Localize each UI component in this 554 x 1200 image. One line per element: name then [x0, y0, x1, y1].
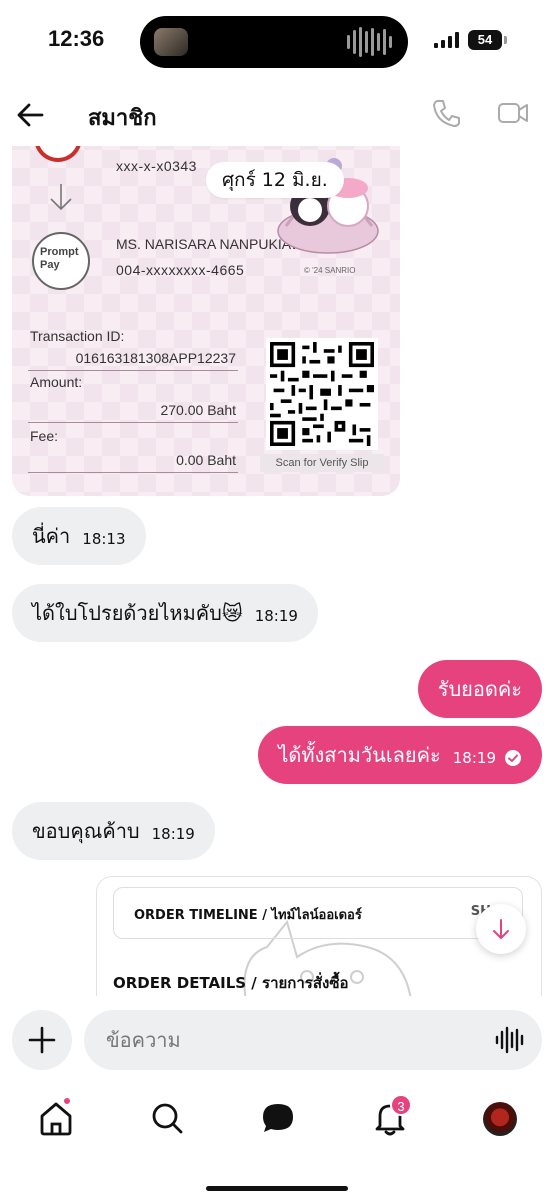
order-timeline-label: ORDER TIMELINE / ไทม์ไลน์ออเดอร์ — [134, 908, 362, 923]
transaction-id-value: 016163181308APP12237 — [75, 350, 236, 366]
back-arrow-icon[interactable] — [14, 98, 48, 132]
nav-home[interactable] — [32, 1094, 80, 1142]
order-timeline-row[interactable]: ORDER TIMELINE / ไทม์ไลน์ออเดอร์ SHO — [113, 887, 523, 939]
battery-icon: 54 — [468, 30, 502, 50]
outgoing-message[interactable]: ได้ทั้งสามวันเลยค่ะ 18:19 — [258, 726, 542, 784]
dynamic-island[interactable] — [140, 16, 408, 68]
video-call-icon[interactable] — [496, 96, 530, 130]
message-composer — [0, 996, 554, 1082]
order-card[interactable]: ORDER TIMELINE / ไทม์ไลน์ออเดอร์ SHO ORD… — [96, 876, 542, 996]
avatar — [483, 1102, 517, 1136]
amount-value: 270.00 Baht — [160, 402, 236, 418]
nav-search[interactable] — [143, 1094, 191, 1142]
add-attachment-button[interactable] — [12, 1010, 72, 1070]
nav-chat[interactable] — [254, 1094, 302, 1142]
message-time: 18:19 — [254, 607, 298, 625]
slip-divider — [28, 472, 238, 473]
order-details-heading: ORDER DETAILS / รายการสั่งซื้อ — [113, 974, 349, 992]
phone-call-icon[interactable] — [430, 96, 464, 130]
fee-value: 0.00 Baht — [176, 452, 236, 468]
qr-caption: Scan for Verify Slip — [260, 454, 384, 472]
nav-notifications[interactable]: 3 — [366, 1094, 414, 1142]
status-time: 12:36 — [48, 26, 105, 51]
message-text: ขอบคุณค้าบ — [32, 819, 140, 843]
now-playing-artwork — [154, 28, 188, 56]
message-text: นี่ค่า — [32, 524, 71, 548]
cellular-signal-icon — [434, 32, 459, 48]
transaction-id-label: Transaction ID: — [30, 328, 125, 344]
incoming-message[interactable]: นี่ค่า 18:13 — [12, 507, 146, 565]
unread-dot — [62, 1096, 72, 1106]
message-text: ได้ใบโปรยด้วยไหมคับ😿 — [32, 601, 243, 625]
message-time: 18:13 — [82, 530, 126, 548]
home-icon — [40, 1102, 72, 1136]
chat-title: สมาชิก — [88, 106, 157, 131]
incoming-message[interactable]: ได้ใบโปรยด้วยไหมคับ😿 18:19 — [12, 584, 318, 642]
voice-message-icon[interactable] — [494, 1026, 526, 1054]
slip-receiver-account: 004-xxxxxxxx-4665 — [116, 262, 245, 278]
audio-waveform-icon — [347, 26, 392, 58]
bottom-nav: 3 — [0, 1082, 554, 1200]
date-separator: ศุกร์ 12 มิ.ย. — [206, 162, 344, 198]
slip-sender-account: xxx-x-x0343 — [116, 158, 197, 174]
outgoing-message[interactable]: รับยอดค่ะ — [417, 660, 542, 718]
message-text: รับยอดค่ะ — [437, 677, 522, 701]
notification-badge: 3 — [390, 1094, 412, 1116]
amount-label: Amount: — [30, 374, 83, 390]
incoming-message[interactable]: ขอบคุณค้าบ 18:19 — [12, 802, 215, 860]
search-icon — [152, 1103, 183, 1134]
message-text: ได้ทั้งสามวันเลยค่ะ — [278, 743, 441, 767]
arrow-down-icon — [50, 184, 72, 211]
copyright-text: © '24 SANRIO — [304, 266, 356, 275]
message-time: 18:19 — [151, 825, 195, 843]
slip-divider — [28, 370, 238, 371]
battery-cap — [504, 36, 507, 44]
message-input[interactable] — [84, 1010, 542, 1070]
read-check-icon — [505, 750, 521, 766]
nav-profile[interactable] — [475, 1094, 523, 1142]
scroll-to-bottom-button[interactable] — [476, 904, 526, 954]
slip-divider — [28, 422, 238, 423]
fee-label: Fee: — [30, 428, 59, 444]
status-bar: 12:36 54 — [0, 0, 554, 84]
message-time: 18:19 — [452, 749, 496, 767]
home-indicator — [206, 1186, 348, 1191]
chat-header: สมาชิก — [0, 84, 554, 146]
qr-code — [266, 338, 378, 450]
chat-bubble-icon — [263, 1104, 293, 1132]
promptpay-logo: Prompt Pay — [32, 232, 90, 290]
